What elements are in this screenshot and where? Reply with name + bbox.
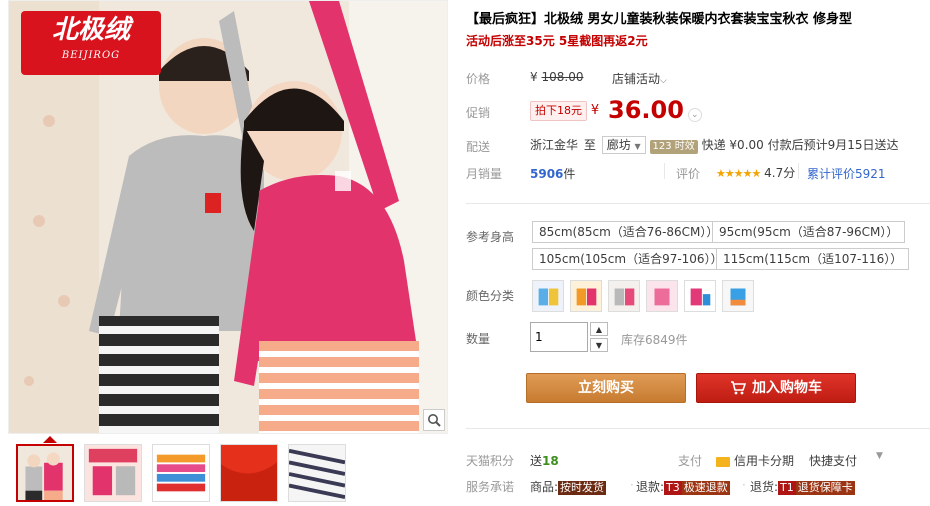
color-swatch-pink-top[interactable]	[570, 280, 602, 312]
credit-card-icon	[716, 456, 730, 467]
main-product-image[interactable]: 北极绒 BEIJIROG	[8, 0, 448, 434]
rating-label: 评价	[676, 167, 701, 181]
color-swatch-gray-top[interactable]	[532, 280, 564, 312]
buy-now-button[interactable]: 立刻购买	[526, 373, 686, 403]
product-title: 【最后疯狂】北极绒 男女儿童装秋装保暖内衣套装宝宝秋衣 修身型	[466, 12, 853, 27]
payment-expand-icon[interactable]: ▼	[876, 451, 883, 461]
sales-unit: 件	[563, 167, 576, 181]
service-return-prefix: 退货:	[750, 480, 779, 494]
service-return-tag: 退货保障卡	[795, 481, 855, 495]
thumbnail-4[interactable]	[220, 444, 278, 502]
thumbnail-1[interactable]	[16, 444, 74, 502]
sales-count-wrap: 5906件	[530, 165, 575, 182]
color-label: 颜色分类	[466, 289, 515, 303]
current-price-wrap: 36.00 ⌄	[608, 96, 702, 124]
credit-installment-label: 信用卡分期	[734, 454, 795, 468]
price-detail-chevron-icon[interactable]: ⌄	[687, 107, 702, 122]
section-divider-bottom	[466, 428, 930, 429]
size-label: 参考身高	[466, 230, 515, 244]
delivery-from: 浙江金华	[530, 138, 579, 152]
quantity-input[interactable]	[530, 322, 588, 352]
thumbnail-strip	[16, 444, 346, 502]
service-refund-code: T3	[664, 481, 682, 495]
current-price: 36.00	[608, 96, 684, 124]
zoom-icon[interactable]	[423, 409, 445, 431]
chevron-down-icon: ▼	[595, 340, 603, 350]
promo-label: 促销	[466, 106, 491, 120]
chevron-down-icon: ▼	[634, 142, 641, 151]
size-option-95[interactable]: 95cm(95cm（适合87-96CM））	[712, 221, 906, 243]
section-divider-top	[466, 203, 930, 204]
store-activity-dropdown[interactable]: 店铺活动⌵	[612, 70, 667, 87]
chevron-down-icon: ⌵	[660, 76, 667, 86]
brand-logo-en: BEIJIROG	[61, 50, 121, 61]
color-swatch-blue-white[interactable]	[722, 280, 754, 312]
service-return-code: T1	[778, 481, 796, 495]
original-price: ¥ 108.00	[530, 70, 583, 84]
delivery-destination: 廊坊	[606, 138, 631, 152]
sales-divider	[664, 163, 665, 179]
delivery-row: 浙江金华 至 廊坊 ▼ 123 时效 快递 ¥0.00 付款后预计9月15日送达	[530, 136, 899, 154]
add-to-cart-label: 加入购物车	[752, 380, 822, 396]
product-subtitle: 活动后涨至35元 5星截图再返2元	[466, 34, 648, 48]
delivery-label: 配送	[466, 140, 491, 154]
points-prefix: 送	[530, 454, 543, 468]
delivery-text: 快递 ¥0.00 付款后预计9月15日送达	[701, 138, 899, 152]
promo-tag: 拍下18元	[530, 101, 587, 121]
size-option-85[interactable]: 85cm(85cm（适合76-86CM））	[532, 221, 726, 243]
delivery-speed-tag: 123 时效	[649, 140, 698, 154]
cart-icon	[731, 381, 746, 395]
thumbnail-2[interactable]	[84, 444, 142, 502]
rating-score: 4.7分	[764, 166, 796, 180]
service-refund-prefix: 退款:	[636, 480, 665, 494]
sales-label: 月销量	[466, 167, 503, 181]
original-price-yen: ¥	[530, 70, 538, 84]
points-label: 天猫积分	[466, 454, 515, 468]
stock-count: 库存6849件	[621, 333, 688, 347]
points-row: 送18	[530, 452, 559, 469]
payment-label: 支付	[678, 454, 703, 468]
quantity-label: 数量	[466, 332, 491, 346]
service-dot-2: ·	[742, 478, 746, 492]
service-dot-1: ·	[630, 478, 634, 492]
service-item-return[interactable]: 退货: T1 退货保障卡	[750, 478, 855, 495]
rating-divider	[798, 163, 799, 179]
color-swatch-pink-heart[interactable]	[646, 280, 678, 312]
add-to-cart-button[interactable]: 加入购物车	[696, 373, 856, 403]
price-label: 价格	[466, 72, 491, 86]
rating-stars-icon: ★★★★★	[716, 167, 761, 180]
thumbnail-3[interactable]	[152, 444, 210, 502]
promo-row: 拍下18元 ¥	[530, 101, 599, 121]
color-swatch-gray-pink[interactable]	[608, 280, 640, 312]
service-label: 服务承诺	[466, 480, 515, 494]
chevron-up-icon: ▲	[595, 324, 603, 334]
delivery-destination-select[interactable]: 廊坊 ▼	[601, 136, 646, 154]
delivery-to-word: 至	[583, 138, 596, 152]
size-option-105[interactable]: 105cm(105cm（适合97-106））	[532, 248, 730, 270]
active-thumb-caret	[43, 436, 57, 443]
review-count-link[interactable]: 累计评价5921	[807, 165, 886, 182]
store-activity-label: 店铺活动	[612, 72, 661, 86]
credit-installment[interactable]: 信用卡分期	[716, 452, 794, 469]
rating-row: ★★★★★ 4.7分	[716, 164, 795, 181]
quantity-increase-button[interactable]: ▲	[590, 322, 608, 336]
points-value: 18	[542, 454, 559, 468]
size-option-115[interactable]: 115cm(115cm（适107-116））	[716, 248, 910, 270]
brand-logo: 北极绒 BEIJIROG	[21, 11, 161, 75]
color-swatch-rose-blue[interactable]	[684, 280, 716, 312]
quantity-decrease-button[interactable]: ▼	[590, 338, 608, 352]
service-goods-prefix: 商品:	[530, 480, 559, 494]
current-price-yen: ¥	[590, 103, 600, 118]
original-price-value: 108.00	[541, 70, 584, 84]
service-goods-tag: 按时发货	[558, 481, 607, 495]
sales-count: 5906	[530, 167, 564, 181]
brand-logo-cn: 北极绒	[51, 15, 130, 45]
service-item-goods[interactable]: 商品: 按时发货	[530, 478, 607, 495]
service-refund-tag: 极速退款	[681, 481, 730, 495]
quick-pay[interactable]: 快捷支付	[809, 452, 857, 469]
thumbnail-5[interactable]	[288, 444, 346, 502]
service-item-refund[interactable]: 退款: T3 极速退款	[636, 478, 730, 495]
